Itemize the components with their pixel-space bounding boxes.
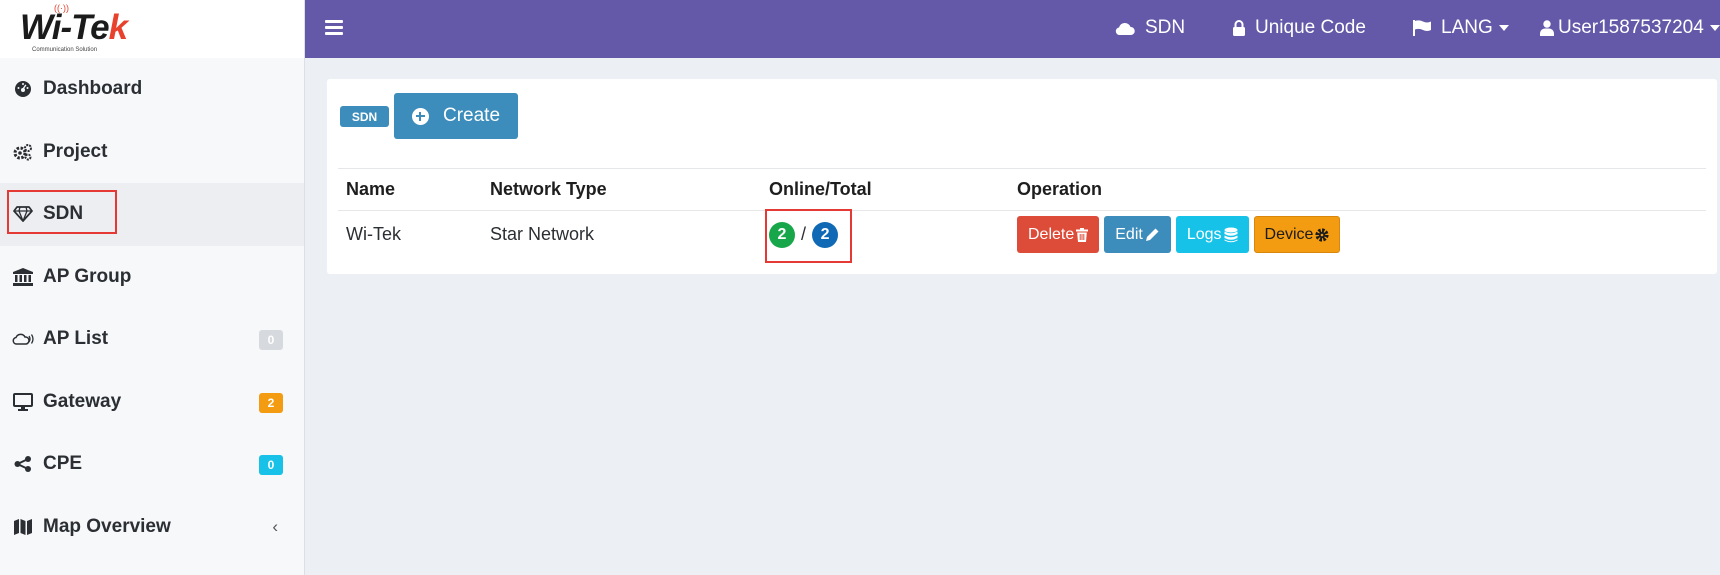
brand: ((·)) Wi-Tek Communication Solution [0,0,304,58]
online-count-badge: 2 [769,221,795,248]
sidebar-item-ap-list[interactable]: AP List 0 [0,308,304,371]
top-sdn-link[interactable]: SDN [1114,17,1185,39]
sidebar-item-label: AP Group [43,265,132,287]
caret-down-icon [1709,25,1720,31]
logs-button[interactable]: Logs [1175,216,1249,254]
language-label: LANG [1441,17,1493,38]
hamburger-menu-icon[interactable] [325,20,343,36]
device-button[interactable]: Device [1253,216,1341,254]
sidebar: ((·)) Wi-Tek Communication Solution Dash… [0,0,305,575]
sidebar-item-label: AP List [43,328,109,350]
cpe-count-badge: 0 [259,455,283,475]
user-label: User1587537204 [1558,17,1704,38]
unique-code-link[interactable]: Unique Code [1232,17,1366,39]
sidebar-item-dashboard[interactable]: Dashboard [0,58,304,121]
sidebar-item-label: Dashboard [43,78,143,100]
cloud-wifi-icon [11,329,35,349]
sdn-table: Name Network Type Online/Total Operation… [338,168,1706,259]
table-header-row: Name Network Type Online/Total Operation [338,168,1706,211]
sidebar-nav: Dashboard Project SDN AP Group AP List 0… [0,58,304,558]
create-button-label: Create [442,105,501,126]
plus-circle-icon [411,107,429,125]
sidebar-item-ap-group[interactable]: AP Group [0,246,304,309]
trash-icon [1076,227,1089,242]
online-total-counts: 2 / 2 [769,221,839,248]
logo-tagline: Communication Solution [32,47,98,53]
user-dropdown[interactable]: User1587537204 [1540,17,1720,39]
column-header-name: Name [338,168,482,211]
top-navbar: SDN Unique Code LANG User1587537204 [305,0,1720,58]
column-header-network-type: Network Type [482,168,761,211]
delete-button-label: Delete [1028,225,1075,243]
monitor-icon [11,392,35,412]
sidebar-item-gateway[interactable]: Gateway 2 [0,371,304,434]
gateway-count-badge: 2 [259,392,283,413]
cogs-icon [11,142,35,162]
edit-button-label: Edit [1115,225,1143,243]
column-header-online-total: Online/Total [761,168,1009,211]
count-separator: / [801,224,807,245]
sidebar-item-label: SDN [43,203,84,225]
edit-button[interactable]: Edit [1104,216,1171,254]
gear-icon [1315,228,1330,242]
ap-list-count-badge: 0 [259,330,283,350]
logs-button-label: Logs [1186,225,1222,243]
operation-buttons: Delete Edit Logs Device [1017,216,1341,254]
top-sdn-label: SDN [1145,17,1186,38]
sidebar-item-map-overview[interactable]: Map Overview ‹ [0,496,304,559]
create-button[interactable]: Create [394,93,518,139]
flag-icon [1413,20,1431,36]
lock-icon [1233,19,1245,36]
sidebar-item-label: Map Overview [43,515,171,537]
logo-wordmark: Wi-Tek [20,8,128,47]
language-dropdown[interactable]: LANG [1413,17,1509,39]
cell-operation: Delete Edit Logs Device [1009,211,1706,259]
map-icon [11,517,35,537]
share-icon [11,454,35,474]
table-row: Wi-Tek Star Network 2 / 2 Delete Edit Lo… [338,211,1706,259]
bank-icon [11,267,35,287]
database-icon [1224,227,1238,242]
unique-code-label: Unique Code [1255,17,1366,38]
caret-down-icon [1498,25,1509,31]
chevron-left-icon[interactable]: ‹ [272,517,278,537]
wi-tek-logo[interactable]: ((·)) Wi-Tek Communication Solution [20,3,150,53]
sidebar-item-sdn[interactable]: SDN [0,183,304,246]
column-header-operation: Operation [1009,168,1706,211]
delete-button[interactable]: Delete [1017,216,1100,254]
cell-online-total: 2 / 2 [761,211,1009,259]
sdn-tag: SDN [340,106,389,127]
sidebar-item-cpe[interactable]: CPE 0 [0,433,304,496]
user-icon [1540,20,1554,36]
sidebar-item-label: CPE [43,453,83,475]
cell-name: Wi-Tek [346,224,401,245]
pencil-icon [1145,228,1159,241]
sidebar-item-label: Gateway [43,390,122,412]
sidebar-item-label: Project [43,140,108,162]
cloud-icon [1115,22,1135,35]
cell-network-type: Star Network [490,224,595,245]
sdn-panel: SDN Create Name Network Type Online/Tota… [327,79,1717,274]
diamond-icon [11,204,35,224]
sidebar-item-project[interactable]: Project [0,121,304,184]
device-button-label: Device [1264,225,1314,243]
total-count-badge: 2 [812,221,839,248]
dashboard-icon [11,79,35,99]
